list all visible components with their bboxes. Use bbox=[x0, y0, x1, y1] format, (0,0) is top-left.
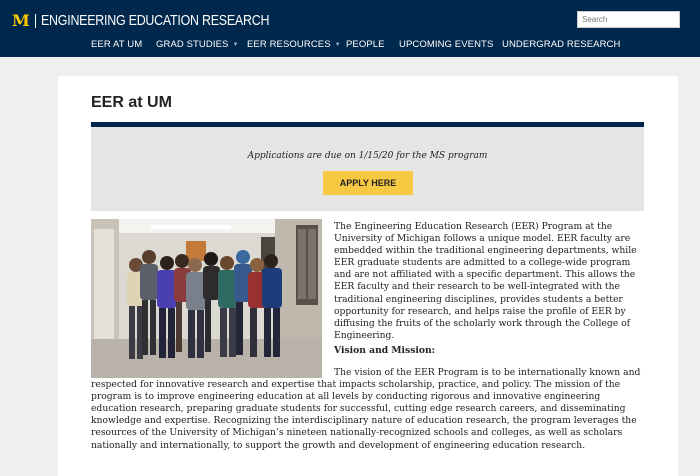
vision-heading: Vision and Mission: bbox=[334, 345, 436, 356]
site-title: ENGINEERING EDUCATION RESEARCH bbox=[40, 12, 269, 29]
nav-item-eer-at-um[interactable]: EER AT UM bbox=[91, 39, 142, 50]
chevron-down-icon: ▼ bbox=[334, 42, 341, 48]
intro-paragraph: The Engineering Education Research (EER)… bbox=[334, 221, 637, 341]
nav-item-label: UNDERGRAD RESEARCH bbox=[502, 39, 621, 50]
logo-divider bbox=[34, 13, 36, 28]
nav-item-people[interactable]: PEOPLE bbox=[346, 39, 385, 50]
site-header: M ENGINEERING EDUCATION RESEARCH EER AT … bbox=[0, 0, 700, 57]
nav-item-grad-studies[interactable]: GRAD STUDIES ▼ bbox=[156, 39, 239, 50]
chevron-down-icon: ▼ bbox=[232, 42, 239, 48]
group-photo bbox=[91, 219, 322, 378]
main-nav: EER AT UM GRAD STUDIES ▼ EER RESOURCES ▼ P… bbox=[0, 39, 700, 51]
nav-item-label: EER AT UM bbox=[91, 39, 143, 50]
nav-item-label: EER RESOURCES bbox=[247, 39, 331, 50]
page-title: EER at UM bbox=[91, 94, 172, 111]
nav-item-undergrad-research[interactable]: UNDERGRAD RESEARCH bbox=[502, 39, 620, 50]
search-input[interactable] bbox=[577, 11, 680, 28]
vision-paragraph: The vision of the EER Program is to be i… bbox=[91, 367, 641, 451]
nav-item-eer-resources[interactable]: EER RESOURCES ▼ bbox=[247, 39, 341, 50]
nav-item-label: UPCOMING EVENTS bbox=[399, 39, 494, 50]
nav-item-label: PEOPLE bbox=[346, 39, 385, 50]
apply-button[interactable]: APPLY HERE bbox=[323, 171, 413, 195]
nav-item-upcoming-events[interactable]: UPCOMING EVENTS bbox=[399, 39, 493, 50]
site-logo[interactable]: M ENGINEERING EDUCATION RESEARCH bbox=[12, 12, 316, 29]
banner-text: Applications are due on 1/15/20 for the … bbox=[247, 151, 488, 161]
block-m-logo: M bbox=[12, 10, 30, 30]
application-banner: Applications are due on 1/15/20 for the … bbox=[91, 127, 644, 211]
nav-item-label: GRAD STUDIES bbox=[156, 39, 229, 50]
